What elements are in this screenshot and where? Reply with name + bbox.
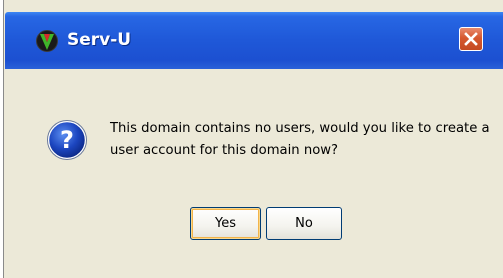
- background-window-edge: [0, 0, 4, 278]
- dialog-content: ? This domain contains no users, would y…: [5, 69, 503, 278]
- close-button[interactable]: [459, 27, 483, 51]
- message-dialog: Serv-U ? This domain contains no users, …: [5, 0, 503, 278]
- yes-button[interactable]: Yes: [190, 207, 261, 240]
- window-title: Serv-U: [67, 30, 132, 50]
- no-button[interactable]: No: [266, 207, 342, 240]
- serv-u-logo-icon: [35, 28, 59, 54]
- svg-text:?: ?: [60, 126, 74, 154]
- question-icon: ?: [47, 120, 87, 160]
- title-bar[interactable]: Serv-U: [5, 12, 503, 69]
- close-icon: [464, 32, 478, 46]
- dialog-message: This domain contains no users, would you…: [110, 121, 490, 158]
